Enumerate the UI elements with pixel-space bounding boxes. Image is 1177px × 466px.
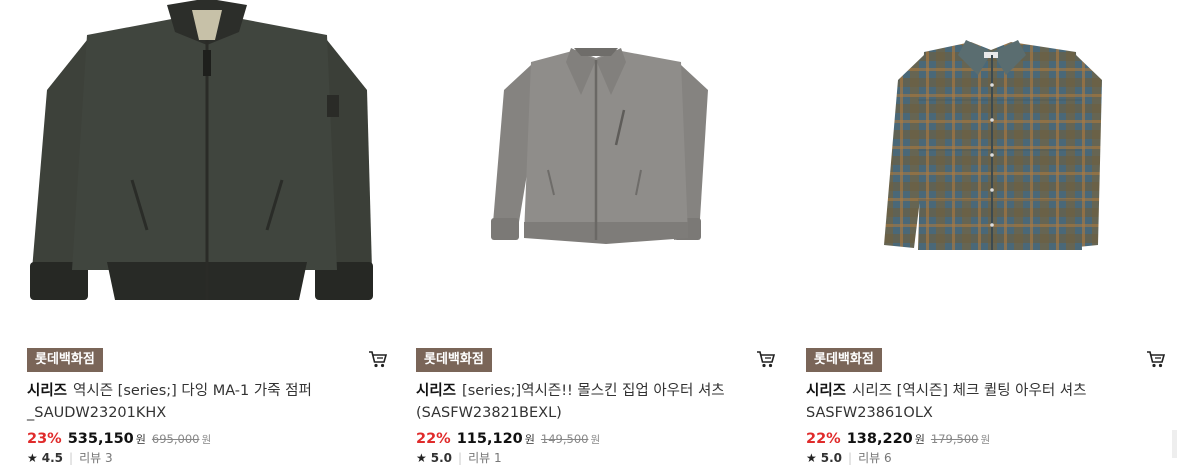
- product-name-line2: _SAUDW23201KHX: [27, 405, 167, 421]
- sale-price: 138,220: [846, 431, 913, 447]
- product-card[interactable]: 롯데백화점 시리즈 역시즌 [series;] 다잉 MA-1 가죽 점퍼 _SA…: [27, 0, 391, 465]
- currency-label: 원: [590, 434, 601, 446]
- divider: |: [458, 451, 463, 465]
- currency-label: 원: [135, 433, 146, 446]
- product-name-line2: SASFW23861OLX: [806, 405, 933, 421]
- review-count[interactable]: 리뷰 6: [858, 451, 892, 465]
- brand-name: 시리즈: [416, 383, 457, 399]
- discount-rate: 22%: [416, 431, 451, 447]
- product-title[interactable]: 시리즈 역시즌 [series;] 다잉 MA-1 가죽 점퍼 _SAUDW232…: [27, 380, 377, 424]
- store-badge: 롯데백화점: [416, 348, 492, 372]
- store-badge: 롯데백화점: [27, 348, 103, 372]
- review-count[interactable]: 리뷰 3: [79, 451, 113, 465]
- cart-icon[interactable]: [1146, 349, 1166, 369]
- product-name-line2: (SASFW23821BEXL): [416, 405, 562, 421]
- product-name-line1: 역시즌 [series;] 다잉 MA-1 가죽 점퍼: [73, 383, 312, 399]
- product-card[interactable]: 롯데백화점 시리즈 시리즈 [역시즌] 체크 퀼팅 아우터 셔츠 SASFW238…: [806, 0, 1170, 465]
- product-name-line1: [series;]역시즌!! 몰스킨 집업 아우터 셔츠: [462, 383, 725, 399]
- cart-icon[interactable]: [368, 349, 388, 369]
- product-card[interactable]: 롯데백화점 시리즈 [series;]역시즌!! 몰스킨 집업 아우터 셔츠 (S…: [416, 0, 780, 465]
- product-name-line1: 시리즈 [역시즌] 체크 퀼팅 아우터 셔츠: [852, 383, 1087, 399]
- sale-price: 115,120: [456, 431, 523, 447]
- scroll-edge: [1172, 430, 1177, 458]
- price-row: 22% 138,220 원 179,500 원: [806, 428, 990, 447]
- review-count[interactable]: 리뷰 1: [468, 451, 502, 465]
- rating-score: 5.0: [430, 451, 453, 465]
- currency-label: 원: [524, 433, 535, 446]
- star-icon: ★: [416, 451, 427, 465]
- check-quilted-shirt-image[interactable]: [806, 0, 1170, 320]
- star-icon: ★: [27, 451, 38, 465]
- price-row: 22% 115,120 원 149,500 원: [416, 428, 600, 447]
- product-title[interactable]: 시리즈 시리즈 [역시즌] 체크 퀼팅 아우터 셔츠 SASFW23861OLX: [806, 380, 1156, 424]
- cart-icon[interactable]: [756, 349, 776, 369]
- currency-label: 원: [201, 434, 212, 446]
- original-price: 149,500: [540, 432, 589, 446]
- currency-label: 원: [980, 434, 991, 446]
- brand-name: 시리즈: [806, 383, 847, 399]
- rating-score: 4.5: [41, 451, 64, 465]
- original-price: 179,500: [930, 432, 979, 446]
- product-title[interactable]: 시리즈 [series;]역시즌!! 몰스킨 집업 아우터 셔츠 (SASFW23…: [416, 380, 766, 424]
- brand-name: 시리즈: [27, 383, 68, 399]
- currency-label: 원: [914, 433, 925, 446]
- original-price: 695,000: [151, 432, 200, 446]
- store-badge: 롯데백화점: [806, 348, 882, 372]
- divider: |: [69, 451, 74, 465]
- star-icon: ★: [806, 451, 817, 465]
- rating-score: 5.0: [820, 451, 843, 465]
- divider: |: [848, 451, 853, 465]
- discount-rate: 23%: [27, 431, 62, 447]
- discount-rate: 22%: [806, 431, 841, 447]
- sale-price: 535,150: [67, 431, 134, 447]
- zip-shirt-jacket-image[interactable]: [416, 0, 780, 320]
- bomber-jacket-image[interactable]: [27, 0, 391, 320]
- price-row: 23% 535,150 원 695,000 원: [27, 428, 211, 447]
